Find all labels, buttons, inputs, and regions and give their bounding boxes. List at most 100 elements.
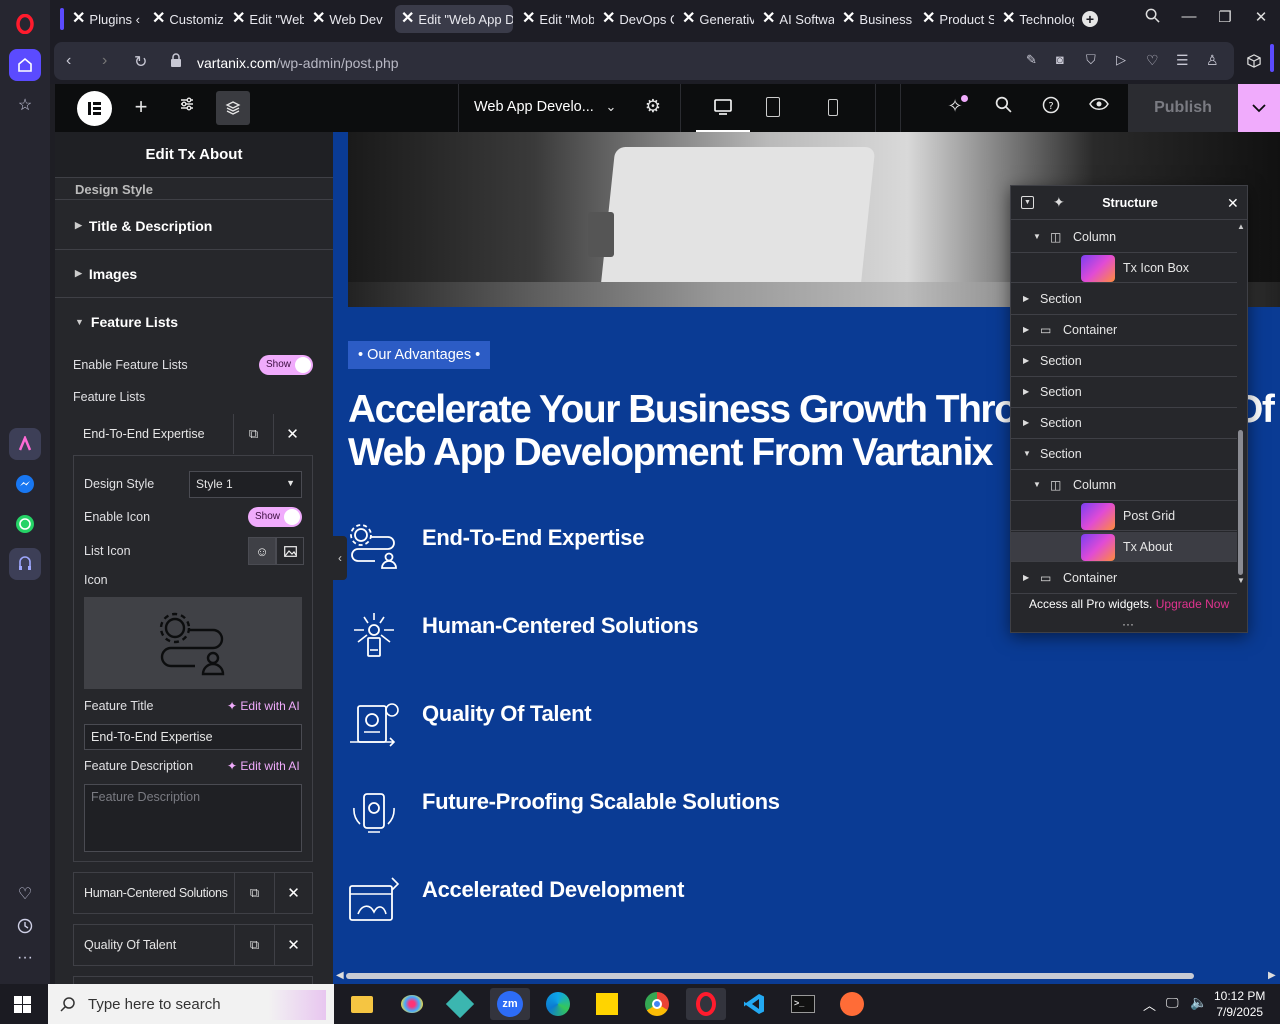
repeater-item[interactable]: Quality Of Talent ⧉ ✕ — [73, 924, 313, 966]
desktop-view-icon[interactable] — [696, 84, 750, 132]
adblock-shield-icon[interactable]: ⛉ — [1086, 52, 1096, 68]
scroll-right-arrow-icon[interactable]: ▶ — [1268, 970, 1276, 981]
add-element-plus-icon[interactable]: + — [129, 94, 153, 120]
opera-browser-icon[interactable] — [686, 988, 726, 1020]
enable-icon-toggle[interactable]: Show — [248, 507, 302, 527]
publish-button[interactable]: Publish — [1128, 84, 1238, 132]
close-navigator-icon[interactable]: ✕ — [1227, 195, 1239, 212]
taskbar-search-box[interactable]: Type here to search — [48, 984, 334, 1024]
history-clock-icon[interactable] — [9, 910, 41, 942]
tab-devops[interactable]: ✕ DevOps C — [596, 5, 674, 33]
caret-right-icon[interactable]: ▶ — [1023, 325, 1029, 334]
caret-right-icon[interactable]: ▶ — [1023, 573, 1029, 582]
upgrade-now-link[interactable]: Upgrade Now — [1156, 597, 1229, 611]
navigator-row-column[interactable]: ▼ ◫ Column — [1011, 222, 1237, 253]
tab-ai-software[interactable]: ✕ AI Softwa — [756, 5, 834, 33]
canvas-horizontal-scrollbar[interactable]: ◀ ▶ — [333, 968, 1280, 984]
chrome-browser-icon[interactable] — [637, 988, 677, 1020]
design-style-select[interactable]: Style 1 ▼ — [189, 471, 302, 498]
feature-title-edit-with-ai[interactable]: ✦ Edit with AI — [227, 699, 300, 713]
gem-app-icon[interactable] — [440, 988, 480, 1020]
duplicate-icon[interactable]: ⧉ — [234, 925, 274, 965]
upload-svg-image-icon[interactable] — [276, 537, 304, 565]
structure-layers-icon[interactable] — [216, 91, 250, 125]
sticky-notes-icon[interactable] — [587, 988, 627, 1020]
opera-logo-icon[interactable] — [9, 8, 41, 40]
caret-down-icon[interactable]: ▼ — [1033, 232, 1041, 241]
windows-start-icon[interactable] — [14, 996, 31, 1016]
navigator-row-container[interactable]: ▶ ▭ Container — [1011, 315, 1237, 346]
caret-down-icon[interactable]: ▼ — [1033, 480, 1041, 489]
tab-edit-mob[interactable]: ✕ Edit "Mob — [516, 5, 594, 33]
scroll-down-arrow-icon[interactable]: ▼ — [1237, 576, 1245, 585]
tab-generative[interactable]: ✕ Generativ — [676, 5, 754, 33]
tray-chevron-up-icon[interactable]: ︿ — [1143, 995, 1156, 1014]
tablet-view-icon[interactable] — [766, 97, 780, 117]
star-icon[interactable]: ☆ — [9, 89, 41, 121]
duplicate-icon[interactable]: ⧉ — [234, 873, 274, 913]
forward-icon[interactable]: › — [102, 52, 107, 70]
repeater-item-header[interactable]: End-To-End Expertise ⧉ ✕ — [73, 414, 313, 456]
navigator-row-section[interactable]: ▶ Section — [1011, 284, 1237, 315]
network-icon[interactable]: 🖵 — [1166, 995, 1179, 1011]
tab-search-icon[interactable] — [1140, 8, 1164, 27]
scroll-left-arrow-icon[interactable]: ◀ — [336, 970, 344, 981]
whatsapp-icon[interactable] — [9, 508, 41, 540]
vscode-icon[interactable] — [734, 988, 774, 1020]
navigator-scrollbar[interactable] — [1238, 430, 1243, 575]
feature-description-edit-with-ai[interactable]: ✦ Edit with AI — [227, 759, 300, 773]
scroll-up-arrow-icon[interactable]: ▲ — [1237, 222, 1245, 231]
new-tab-plus-icon[interactable]: + — [1082, 11, 1098, 27]
caret-right-icon[interactable]: ▶ — [1023, 294, 1029, 303]
navigator-row-widget[interactable]: Post Grid — [1011, 501, 1237, 531]
flow-send-icon[interactable]: ▷ — [1116, 52, 1126, 68]
music-player-icon[interactable] — [9, 548, 41, 580]
paint-app-icon[interactable] — [392, 988, 432, 1020]
postman-icon[interactable] — [832, 988, 872, 1020]
remove-x-icon[interactable]: ✕ — [273, 414, 311, 454]
icon-preview-box[interactable] — [84, 597, 302, 689]
more-options-icon[interactable]: ··· — [9, 942, 41, 974]
caret-down-icon[interactable]: ▼ — [1023, 449, 1031, 458]
messenger-icon[interactable] — [9, 468, 41, 500]
tab-product[interactable]: ✕ Product S — [916, 5, 994, 33]
navigator-row-section[interactable]: ▶ Section — [1011, 408, 1237, 439]
scrollbar-thumb[interactable] — [346, 973, 1194, 979]
page-settings-gear-icon[interactable]: ⚙ — [641, 96, 665, 117]
remove-x-icon[interactable]: ✕ — [274, 873, 312, 913]
navigator-row-column[interactable]: ▼ ◫ Column — [1011, 470, 1237, 501]
feature-title-input[interactable]: End-To-End Expertise — [84, 724, 302, 750]
address-bar[interactable]: ‹ › ↻ vartanix.com/wp-admin/post.php ✎ ◙… — [54, 42, 1234, 80]
aria-app-icon[interactable] — [9, 428, 41, 460]
chevron-down-icon[interactable]: ⌄ — [599, 99, 623, 115]
feature-description-textarea[interactable]: Feature Description — [84, 784, 302, 852]
reload-icon[interactable]: ↻ — [134, 52, 147, 72]
publish-options-chevron-icon[interactable] — [1238, 84, 1280, 132]
panel-section-feature-lists[interactable]: ▼ Feature Lists — [55, 298, 333, 346]
remove-x-icon[interactable]: ✕ — [274, 925, 312, 965]
profile-icon[interactable]: ♙ — [1206, 52, 1219, 69]
restore-icon[interactable]: ❐ — [1213, 8, 1237, 26]
icon-library-smiley-icon[interactable]: ☺ — [248, 537, 276, 565]
repeater-item[interactable]: Human-Centered Solutions ⧉ ✕ — [73, 872, 313, 914]
page-title-dropdown[interactable]: Web App Develo... — [474, 99, 594, 115]
minimize-icon[interactable]: — — [1177, 8, 1201, 25]
enable-feature-lists-toggle[interactable]: Show — [259, 355, 313, 375]
tab-business[interactable]: ✕ Business — [836, 5, 914, 33]
favorite-heart-icon[interactable]: ♡ — [1146, 52, 1159, 69]
close-window-icon[interactable]: ✕ — [1249, 8, 1273, 26]
navigator-row-container[interactable]: ▶ ▭ Container — [1011, 563, 1237, 594]
site-settings-sliders-icon[interactable] — [175, 96, 199, 117]
search-icon[interactable] — [991, 96, 1015, 118]
duplicate-icon[interactable]: ⧉ — [233, 414, 273, 454]
caret-right-icon[interactable]: ▶ — [1023, 356, 1029, 365]
heart-icon[interactable]: ♡ — [9, 878, 41, 910]
help-icon[interactable]: ? — [1039, 96, 1063, 119]
edge-browser-icon[interactable] — [538, 988, 578, 1020]
collapse-panel-chevron-icon[interactable]: ‹ — [333, 536, 347, 580]
preview-eye-icon[interactable] — [1087, 96, 1111, 117]
easy-setup-icon[interactable]: ☰ — [1176, 52, 1189, 69]
tab-technology[interactable]: ✕ Technolog — [996, 5, 1074, 33]
extensions-cube-icon[interactable] — [1242, 46, 1266, 76]
panel-section-title-description[interactable]: ▶ Title & Description — [55, 202, 333, 250]
